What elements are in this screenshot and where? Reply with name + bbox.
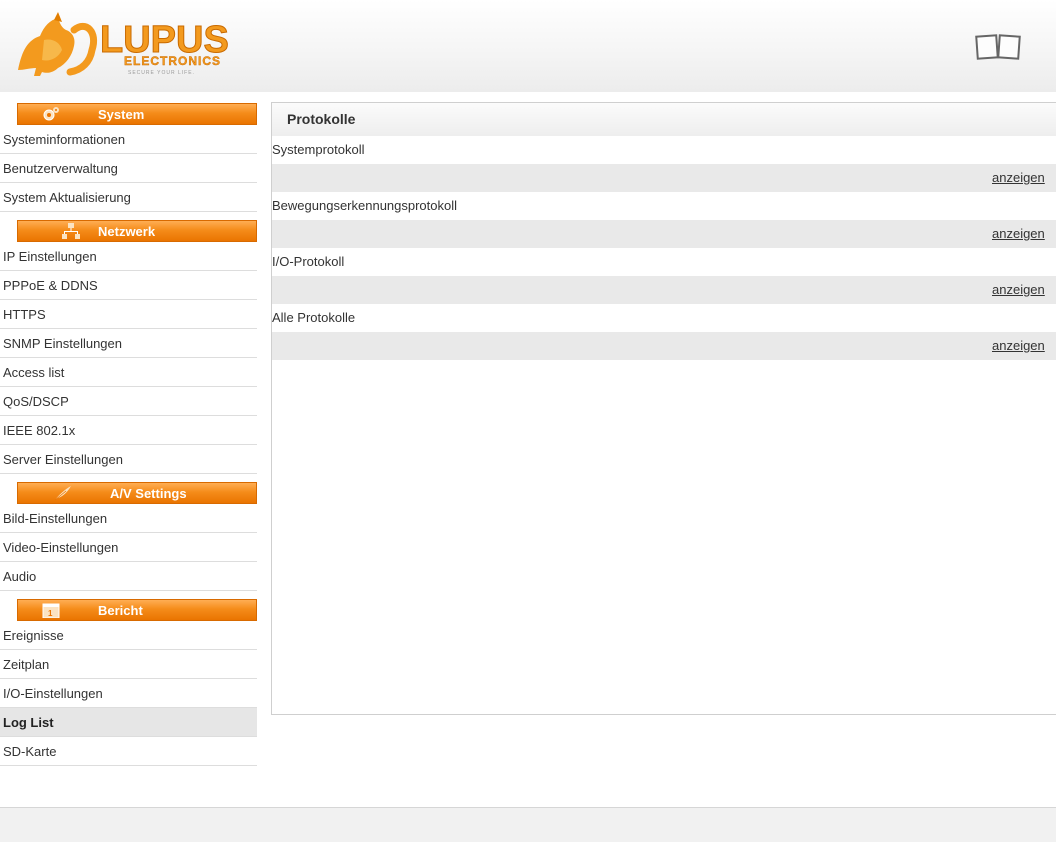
dual-screen-icon[interactable] [975,32,1021,64]
log-row: anzeigen [272,276,1056,304]
sidebar-item-video-einstellungen[interactable]: Video-Einstellungen [0,533,257,562]
brand-tagline: SECURE YOUR LIFE. [128,70,195,76]
sidebar-nav: System Systeminformationen Benutzerverwa… [0,103,257,766]
sidebar-item-https[interactable]: HTTPS [0,300,257,329]
section-label: A/V Settings [110,486,187,501]
sidebar-item-qos-dscp[interactable]: QoS/DSCP [0,387,257,416]
network-icon [62,223,80,239]
log-row: anzeigen [272,220,1056,248]
sidebar-item-server-einstellungen[interactable]: Server Einstellungen [0,445,257,474]
show-bewegungserkennungsprotokoll-link[interactable]: anzeigen [992,220,1045,248]
sidebar-item-ip-einstellungen[interactable]: IP Einstellungen [0,242,257,271]
section-header-netzwerk[interactable]: Netzwerk [17,220,257,242]
brand-subname: ELECTRONICS [124,54,221,68]
gear-icon [43,107,59,121]
sidebar-item-systeminformationen[interactable]: Systeminformationen [0,125,257,154]
panel-title: Protokolle [272,103,1056,136]
show-io-protokoll-link[interactable]: anzeigen [992,276,1045,304]
sidebar-item-ereignisse[interactable]: Ereignisse [0,621,257,650]
log-label-io-protokoll: I/O-Protokoll [272,248,1056,276]
sidebar-item-snmp-einstellungen[interactable]: SNMP Einstellungen [0,329,257,358]
log-row: anzeigen [272,332,1056,360]
sidebar-item-log-list[interactable]: Log List [0,708,257,737]
sidebar-item-audio[interactable]: Audio [0,562,257,591]
svg-text:1: 1 [48,609,53,618]
footer-bar [0,807,1056,842]
log-row: anzeigen [272,164,1056,192]
sidebar-item-io-einstellungen[interactable]: I/O-Einstellungen [0,679,257,708]
sidebar-item-benutzerverwaltung[interactable]: Benutzerverwaltung [0,154,257,183]
show-alle-protokolle-link[interactable]: anzeigen [992,332,1045,360]
sidebar-item-ieee-8021x[interactable]: IEEE 802.1x [0,416,257,445]
lupus-logo: LUPUS ELECTRONICS SECURE YOUR LIFE. [18,12,229,76]
show-systemprotokoll-link[interactable]: anzeigen [992,164,1045,192]
section-label: Bericht [98,603,143,618]
sidebar-item-access-list[interactable]: Access list [0,358,257,387]
calendar-icon: 1 [42,603,60,618]
protokolle-panel: Protokolle Systemprotokoll anzeigen Bewe… [271,102,1056,715]
log-label-bewegungserkennungsprotokoll: Bewegungserkennungsprotokoll [272,192,1056,220]
section-header-av-settings[interactable]: A/V Settings [17,482,257,504]
log-label-systemprotokoll: Systemprotokoll [272,136,1056,164]
header-bar: LUPUS ELECTRONICS SECURE YOUR LIFE. [0,0,1056,92]
sidebar-item-sd-karte[interactable]: SD-Karte [0,737,257,766]
sidebar-item-system-aktualisierung[interactable]: System Aktualisierung [0,183,257,212]
section-header-system[interactable]: System [17,103,257,125]
section-label: System [98,107,145,122]
sidebar-item-pppoe-ddns[interactable]: PPPoE & DDNS [0,271,257,300]
feather-icon [54,486,71,501]
section-header-bericht[interactable]: 1 Bericht [17,599,257,621]
log-label-alle-protokolle: Alle Protokolle [272,304,1056,332]
section-label: Netzwerk [98,224,156,239]
sidebar-item-bild-einstellungen[interactable]: Bild-Einstellungen [0,504,257,533]
sidebar-item-zeitplan[interactable]: Zeitplan [0,650,257,679]
